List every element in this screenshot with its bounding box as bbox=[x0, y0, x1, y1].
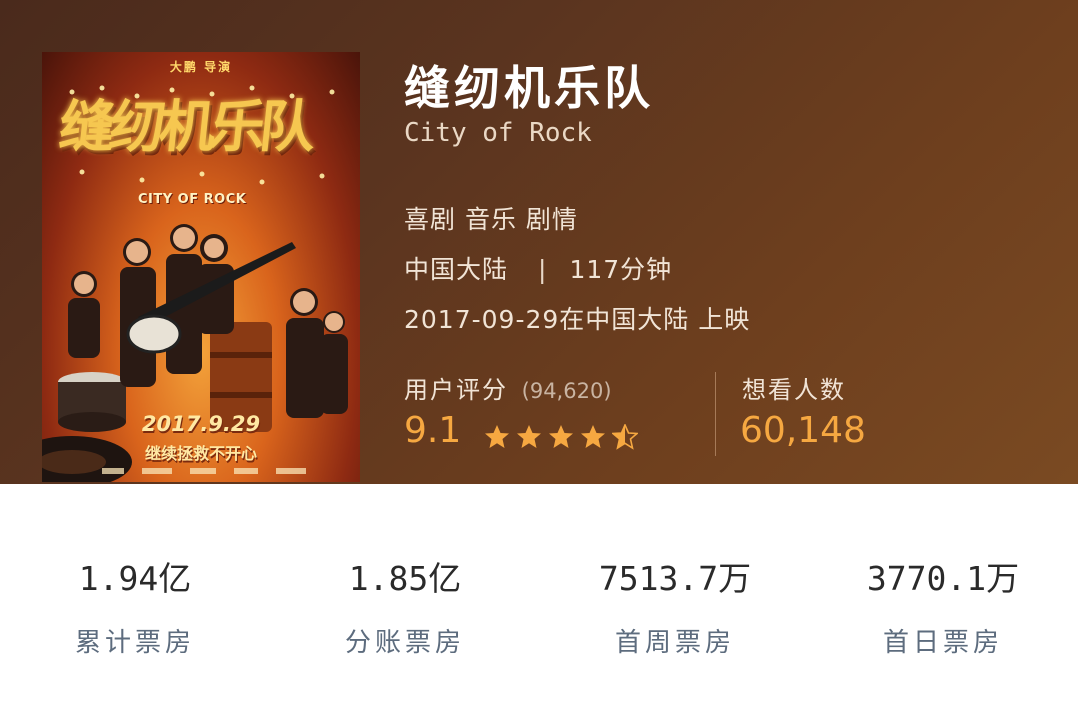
box-office-value: 1.85亿 bbox=[348, 559, 462, 598]
poster-title-art: 缝纫机乐队 bbox=[56, 94, 313, 160]
movie-region-duration: 中国大陆 | 117分钟 bbox=[404, 250, 672, 286]
box-office-value: 1.94亿 bbox=[78, 559, 192, 598]
rating-count: (94,620) bbox=[521, 379, 612, 403]
star-full-icon bbox=[484, 424, 512, 450]
movie-release-date: 2017-09-29在中国大陆 上映 bbox=[404, 305, 751, 334]
box-office-value: 3770.1万 bbox=[866, 559, 1020, 598]
poster-tagline: 继续拯救不开心 bbox=[144, 444, 257, 463]
movie-duration: 117分钟 bbox=[569, 255, 673, 284]
movie-title: 缝纫机乐队 bbox=[404, 61, 654, 115]
rating-label-text: 用户评分 bbox=[404, 376, 508, 404]
box-office-label: 累计票房 bbox=[74, 628, 195, 658]
poster-release-date: 2017.9.29 bbox=[141, 412, 261, 436]
star-full-icon bbox=[548, 424, 576, 450]
rating-stars bbox=[484, 423, 644, 452]
box-office-stats: 1.94亿累计票房 1.85亿分账票房 7513.7万首周票房 3770.1万首日票房 bbox=[0, 484, 1078, 705]
box-office-label: 首日票房 bbox=[882, 628, 1003, 658]
rating-score: 9.1 bbox=[404, 410, 462, 451]
box-office-label: 分账票房 bbox=[344, 628, 465, 658]
user-rating-label: 用户评分 (94,620) bbox=[404, 370, 612, 405]
star-full-icon bbox=[516, 424, 544, 450]
star-half-icon bbox=[610, 423, 640, 450]
want-to-see-count: 60,148 bbox=[740, 410, 866, 451]
movie-region: 中国大陆 bbox=[404, 255, 509, 284]
want-to-see-label: 想看人数 bbox=[742, 376, 846, 404]
box-office-label: 首周票房 bbox=[614, 628, 735, 658]
movie-genres: 喜剧 音乐 剧情 bbox=[404, 205, 578, 234]
box-office-value: 7513.7万 bbox=[598, 559, 752, 598]
poster-director-credit: 大鹏 导演 bbox=[169, 60, 233, 74]
movie-header: 大鹏 导演 缝纫机乐队 CITY OF ROCK 2017.9.29 继续拯救不… bbox=[0, 0, 1078, 484]
movie-english-title: City of Rock bbox=[404, 118, 592, 148]
movie-poster[interactable]: 大鹏 导演 缝纫机乐队 CITY OF ROCK 2017.9.29 继续拯救不… bbox=[42, 52, 360, 482]
separator: | bbox=[538, 255, 548, 284]
rating-divider bbox=[715, 372, 716, 456]
poster-english-title: CITY OF ROCK bbox=[138, 192, 247, 207]
star-full-icon bbox=[580, 424, 608, 450]
